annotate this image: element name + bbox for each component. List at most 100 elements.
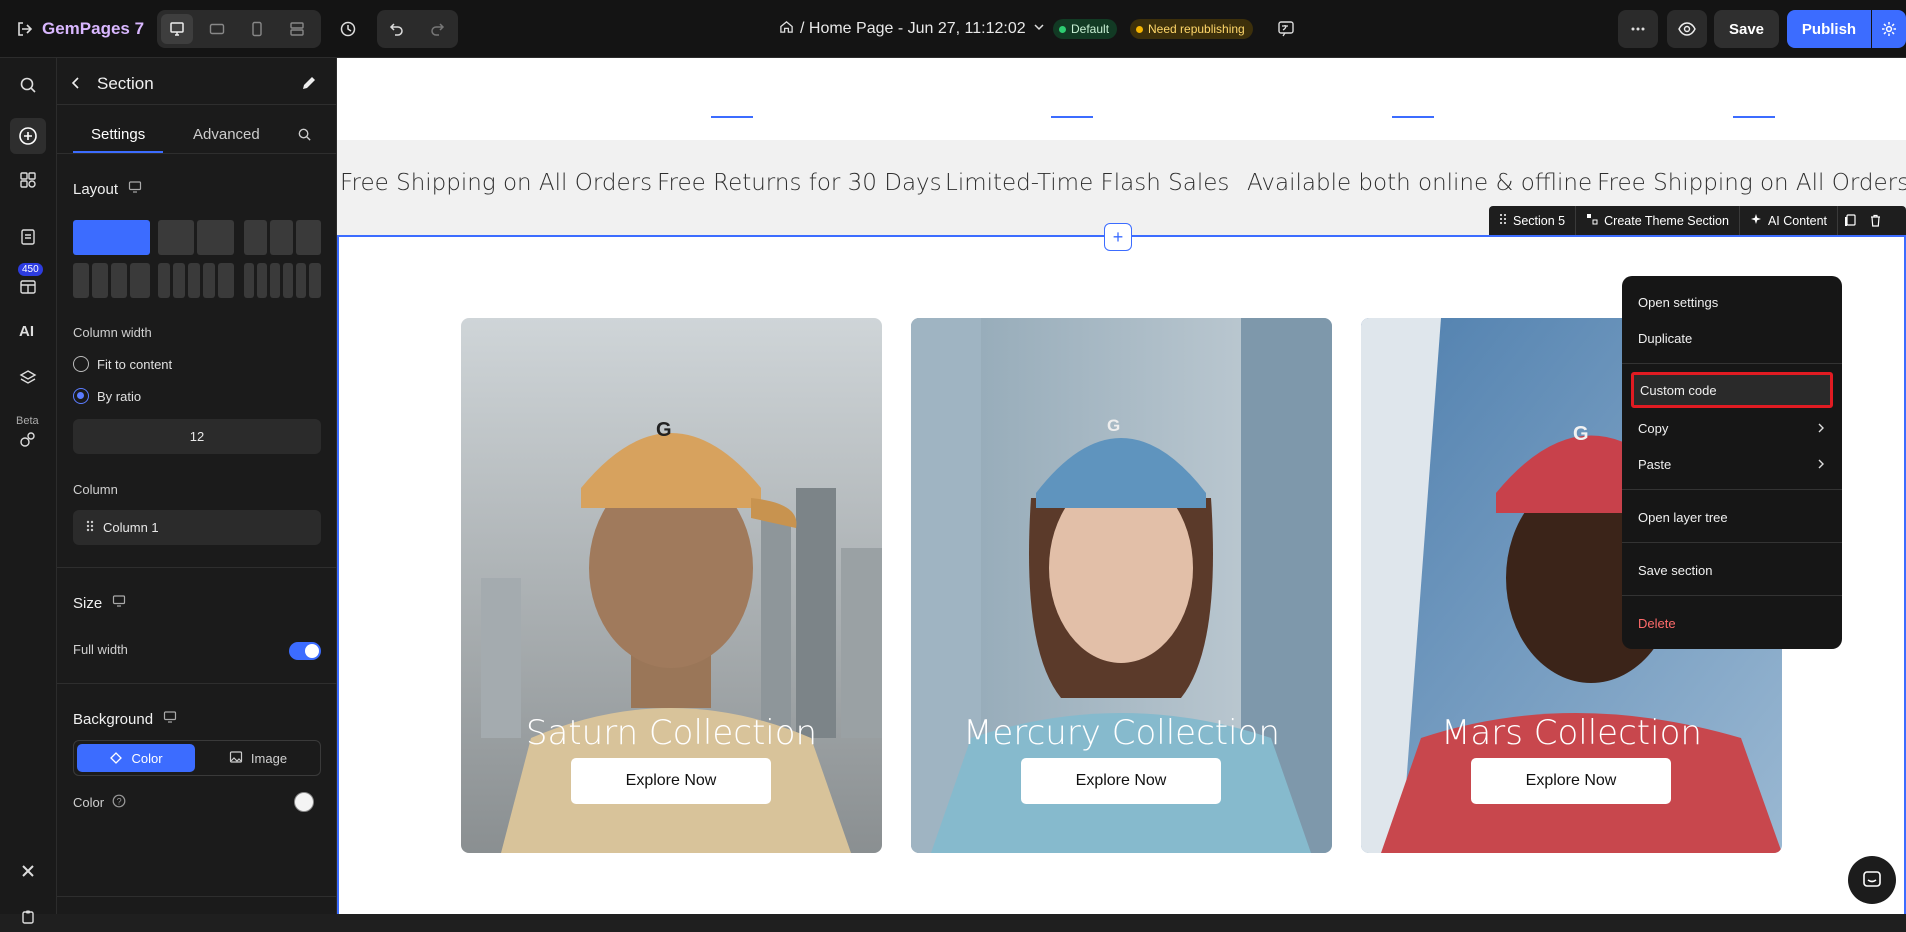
layout-option-3-col[interactable]	[244, 220, 267, 255]
more-options-icon[interactable]	[1618, 10, 1658, 48]
undo-icon[interactable]	[377, 10, 417, 48]
full-width-toggle[interactable]	[289, 642, 321, 660]
bg-image-tab[interactable]: Image	[199, 744, 317, 772]
layout-option-2-col[interactable]	[197, 220, 234, 255]
save-button[interactable]: Save	[1714, 10, 1779, 48]
panel-title: Section	[97, 74, 154, 93]
clipboard-icon[interactable]	[13, 902, 43, 932]
history-icon[interactable]	[337, 18, 359, 40]
color-swatch[interactable]	[294, 792, 314, 812]
layout-option-1-col[interactable]	[73, 220, 150, 255]
layout-option-6-col[interactable]	[309, 263, 321, 298]
layout-option-4-col[interactable]	[111, 263, 127, 298]
tablet-landscape-icon[interactable]	[201, 14, 233, 44]
tab-settings[interactable]: Settings	[91, 126, 145, 143]
ratio-input[interactable]: 12	[73, 419, 321, 454]
home-icon	[779, 19, 794, 39]
create-theme-section-button[interactable]: Create Theme Section	[1576, 206, 1740, 235]
collection-title: Mercury Collection	[963, 713, 1280, 753]
layout-option-5-col[interactable]	[203, 263, 215, 298]
column-width-label: Column width	[73, 325, 152, 340]
menu-item-duplicate[interactable]: Duplicate	[1622, 320, 1842, 356]
full-width-label: Full width	[73, 642, 128, 657]
ai-icon[interactable]: AI	[13, 315, 43, 345]
layers-icon[interactable]	[13, 363, 43, 393]
menu-item-delete[interactable]: Delete	[1622, 605, 1842, 641]
collection-card-mercury[interactable]: G Mercury Collection Explore Now	[911, 318, 1332, 853]
duplicate-icon[interactable]	[1838, 206, 1863, 235]
layout-option-5-col[interactable]	[158, 263, 170, 298]
svg-text:AI: AI	[19, 323, 34, 339]
layout-option-6-col[interactable]	[270, 263, 280, 298]
desktop-icon[interactable]	[161, 14, 193, 44]
page-selector[interactable]: / Home Page - Jun 27, 11:12:02	[779, 17, 1046, 41]
menu-item-paste[interactable]: Paste	[1622, 446, 1842, 482]
ai-content-button[interactable]: AI Content	[1740, 206, 1839, 235]
chat-support-icon[interactable]	[1848, 856, 1896, 904]
search-icon[interactable]	[13, 70, 43, 100]
menu-item-open-layer-tree[interactable]: Open layer tree	[1622, 499, 1842, 535]
radio-by-ratio[interactable]	[73, 388, 89, 404]
layout-option-6-col[interactable]	[283, 263, 293, 298]
tab-advanced[interactable]: Advanced	[193, 126, 260, 143]
layout-option-6-col[interactable]	[257, 263, 267, 298]
layout-option-4-col[interactable]	[130, 263, 150, 298]
translate-icon[interactable]	[1275, 18, 1297, 40]
menu-item-save-section[interactable]: Save section	[1622, 552, 1842, 588]
custom-device-icon[interactable]	[281, 14, 313, 44]
layout-option-5-col[interactable]	[188, 263, 200, 298]
pages-icon[interactable]	[13, 222, 43, 252]
menu-item-open-settings[interactable]: Open settings	[1622, 284, 1842, 320]
add-section-plus-icon[interactable]: +	[1104, 223, 1132, 251]
menu-divider	[1622, 489, 1842, 490]
menu-item-copy[interactable]: Copy	[1622, 410, 1842, 446]
sections-icon[interactable]	[13, 165, 43, 195]
explore-now-button[interactable]: Explore Now	[1021, 758, 1221, 804]
delete-icon[interactable]	[1863, 206, 1888, 235]
divider	[57, 104, 337, 105]
edit-pencil-icon[interactable]	[300, 74, 318, 97]
menu-item-custom-code[interactable]: Custom code	[1631, 372, 1833, 408]
theme-settings-icon[interactable]	[13, 424, 43, 454]
layout-heading: Layout	[73, 180, 142, 198]
explore-now-button[interactable]: Explore Now	[1471, 758, 1671, 804]
apps-icon[interactable]	[13, 271, 43, 301]
marquee-item: Available both online & offline	[1247, 170, 1593, 196]
layout-option-5-col[interactable]	[218, 263, 234, 298]
layout-option-3-col[interactable]	[270, 220, 293, 255]
layout-option-3-col[interactable]	[296, 220, 321, 255]
back-chevron-icon[interactable]	[69, 76, 83, 95]
image-icon	[229, 750, 243, 767]
layout-option-6-col[interactable]	[296, 263, 306, 298]
svg-text:G: G	[1107, 416, 1120, 435]
page-title: / Home Page - Jun 27, 11:12:02	[800, 20, 1026, 37]
background-heading: Background	[73, 710, 177, 728]
column-item[interactable]: Column 1	[73, 510, 321, 545]
publish-button[interactable]: Publish	[1787, 10, 1871, 48]
redo-icon[interactable]	[417, 10, 457, 48]
mobile-icon[interactable]	[241, 14, 273, 44]
layout-option-5-col[interactable]	[173, 263, 185, 298]
exit-icon[interactable]	[14, 18, 36, 40]
section-label[interactable]: Section 5	[1489, 206, 1577, 235]
layout-option-6-col[interactable]	[244, 263, 254, 298]
explore-now-button[interactable]: Explore Now	[571, 758, 771, 804]
device-icon	[163, 710, 177, 728]
publish-settings-icon[interactable]	[1872, 10, 1906, 48]
preview-eye-icon[interactable]	[1667, 10, 1707, 48]
paint-bucket-icon	[109, 750, 123, 767]
drag-handle-icon[interactable]	[1499, 213, 1507, 228]
layout-option-4-col[interactable]	[92, 263, 108, 298]
collection-title: Saturn Collection	[525, 713, 818, 753]
layout-option-4-col[interactable]	[73, 263, 89, 298]
layout-option-2-col[interactable]	[158, 220, 194, 255]
add-element-icon[interactable]	[10, 118, 46, 154]
drag-handle-icon[interactable]	[85, 519, 95, 536]
bg-color-tab[interactable]: Color	[77, 744, 195, 772]
help-icon[interactable]: ?	[112, 794, 126, 811]
radio-fit-to-content[interactable]	[73, 356, 89, 372]
x-logo-icon[interactable]	[13, 856, 43, 886]
status-badge-republish: Need republishing	[1130, 19, 1253, 39]
collection-card-saturn[interactable]: G Saturn Collection Explore Now	[461, 318, 882, 853]
search-icon[interactable]	[297, 127, 312, 147]
